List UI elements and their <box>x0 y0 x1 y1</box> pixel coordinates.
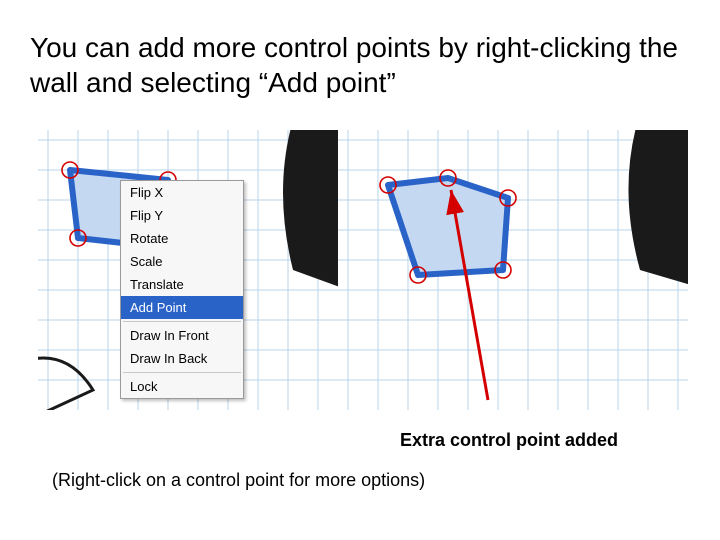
menu-flip-y[interactable]: Flip Y <box>121 204 243 227</box>
menu-lock[interactable]: Lock <box>121 375 243 398</box>
footnote: (Right-click on a control point for more… <box>52 470 425 491</box>
menu-scale[interactable]: Scale <box>121 250 243 273</box>
menu-draw-front[interactable]: Draw In Front <box>121 324 243 347</box>
menu-translate[interactable]: Translate <box>121 273 243 296</box>
menu-draw-back[interactable]: Draw In Back <box>121 347 243 370</box>
menu-flip-x[interactable]: Flip X <box>121 181 243 204</box>
menu-add-point[interactable]: Add Point <box>121 296 243 319</box>
page-title: You can add more control points by right… <box>30 30 690 100</box>
menu-separator <box>123 321 241 322</box>
menu-separator <box>123 372 241 373</box>
menu-rotate[interactable]: Rotate <box>121 227 243 250</box>
illustration-after <box>338 130 688 410</box>
context-menu[interactable]: Flip X Flip Y Rotate Scale Translate Add… <box>120 180 244 399</box>
caption-extra-point: Extra control point added <box>400 430 618 451</box>
